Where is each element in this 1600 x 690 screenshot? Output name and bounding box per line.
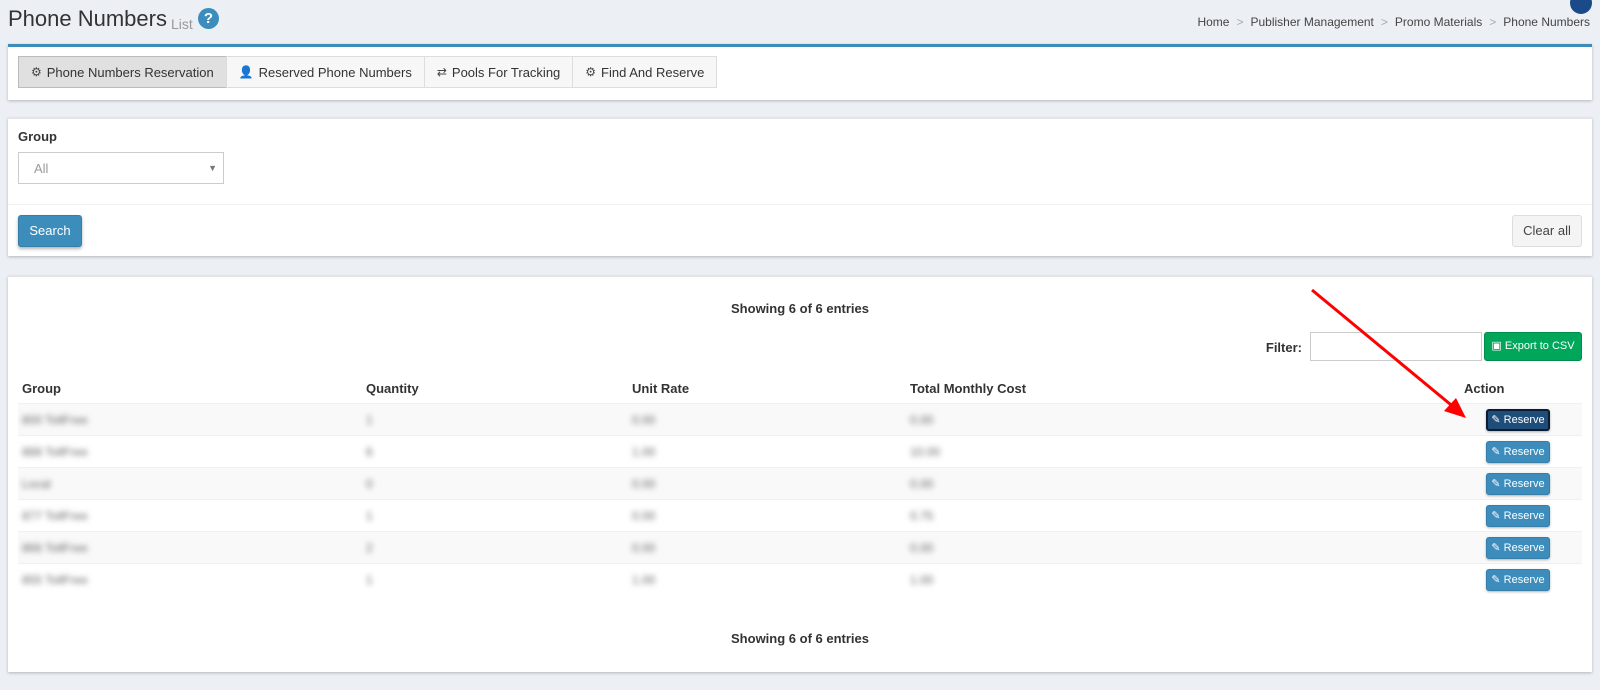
breadcrumb-home[interactable]: Home — [1197, 15, 1229, 29]
divider — [8, 204, 1592, 205]
reserve-button[interactable]: ✎ Reserve — [1486, 569, 1550, 591]
cell-total: 0.00 — [910, 541, 934, 555]
table-row: 866 TollFree 2 0.00 0.00 ✎ Reserve — [18, 531, 1582, 563]
reserve-button[interactable]: ✎ Reserve — [1486, 505, 1550, 527]
caret-down-icon: ▼ — [208, 163, 217, 173]
group-label: Group — [18, 129, 57, 144]
tab-phone-numbers-reservation[interactable]: ⚙ Phone Numbers Reservation — [18, 56, 227, 88]
clear-all-button[interactable]: Clear all — [1512, 215, 1582, 247]
tab-label: Find And Reserve — [601, 64, 705, 80]
cell-unit-rate: 0.00 — [632, 413, 656, 427]
column-header-group[interactable]: Group — [22, 381, 61, 396]
tab-bar: ⚙ Phone Numbers Reservation 👤 Reserved P… — [18, 56, 718, 88]
edit-icon: ✎ — [1491, 510, 1501, 522]
column-header-unit-rate[interactable]: Unit Rate — [632, 381, 689, 396]
cell-unit-rate: 0.00 — [632, 541, 656, 555]
filter-input[interactable] — [1310, 332, 1482, 361]
cell-total: 1.00 — [910, 573, 934, 587]
tab-label: Phone Numbers Reservation — [46, 64, 214, 80]
reserve-label: Reserve — [1503, 478, 1545, 490]
edit-icon: ✎ — [1491, 478, 1501, 490]
group-select[interactable]: All ▼ — [18, 152, 224, 184]
tab-label: Reserved Phone Numbers — [258, 64, 412, 80]
table-row: 855 TollFree 1 1.00 1.00 ✎ Reserve — [18, 563, 1582, 595]
reserve-button[interactable]: ✎ Reserve — [1486, 537, 1550, 559]
gears-icon: ⚙ — [585, 65, 597, 79]
page-subtitle: List — [171, 16, 193, 32]
cell-group: 855 TollFree — [22, 573, 88, 587]
column-header-action: Action — [1464, 381, 1505, 396]
cell-quantity: 1 — [366, 573, 373, 587]
cell-total: 0.00 — [910, 477, 934, 491]
table-row: Local 0 0.00 0.00 ✎ Reserve — [18, 467, 1582, 499]
user-secret-icon: 👤 — [238, 65, 254, 79]
breadcrumb-separator: > — [1236, 15, 1244, 29]
breadcrumb-phone-numbers: Phone Numbers — [1503, 15, 1590, 29]
cell-quantity: 1 — [366, 509, 373, 523]
help-icon[interactable]: ? — [198, 8, 219, 29]
search-button[interactable]: Search — [18, 215, 82, 247]
cell-unit-rate: 1.00 — [632, 573, 656, 587]
edit-icon: ✎ — [1491, 542, 1501, 554]
edit-icon: ✎ — [1491, 574, 1501, 586]
tab-pools-for-tracking[interactable]: ⇄ Pools For Tracking — [423, 56, 574, 88]
edit-icon: ✎ — [1491, 446, 1501, 458]
reserve-label: Reserve — [1503, 542, 1545, 554]
cell-quantity: 2 — [366, 541, 373, 555]
reserve-button[interactable]: ✎ Reserve — [1486, 473, 1550, 495]
reserve-label: Reserve — [1503, 414, 1545, 426]
table-row: 888 TollFree 6 1.00 10.00 ✎ Reserve — [18, 435, 1582, 467]
breadcrumb-separator: > — [1380, 15, 1388, 29]
cell-unit-rate: 0.00 — [632, 509, 656, 523]
filter-label: Filter: — [1265, 340, 1302, 355]
tab-find-and-reserve[interactable]: ⚙ Find And Reserve — [572, 56, 718, 88]
cell-group: 800 TollFree — [22, 413, 88, 427]
reserve-button[interactable]: ✎ Reserve — [1486, 409, 1550, 431]
edit-icon: ✎ — [1491, 414, 1501, 426]
file-excel-icon: ▣ — [1491, 340, 1502, 352]
column-header-quantity[interactable]: Quantity — [366, 381, 419, 396]
cell-unit-rate: 1.00 — [632, 445, 656, 459]
gears-icon: ⚙ — [31, 65, 42, 79]
table-box: Showing 6 of 6 entries Filter: ▣ Export … — [8, 276, 1592, 672]
page-header: Phone Numbers List ? Home > Publisher Ma… — [8, 0, 1592, 40]
table-row: 800 TollFree 1 0.00 0.00 ✎ Reserve — [18, 403, 1582, 435]
showing-entries-top: Showing 6 of 6 entries — [731, 301, 869, 316]
cell-quantity: 6 — [366, 445, 373, 459]
filter-box: Group All ▼ Search Clear all — [8, 118, 1592, 256]
column-header-total-monthly-cost[interactable]: Total Monthly Cost — [910, 381, 1026, 396]
export-csv-label: Export to CSV — [1504, 340, 1575, 352]
retweet-icon: ⇄ — [436, 65, 447, 79]
cell-total: 10.00 — [910, 445, 941, 459]
showing-entries-bottom: Showing 6 of 6 entries — [731, 631, 869, 646]
cell-unit-rate: 0.00 — [632, 477, 656, 491]
table-row: 877 TollFree 1 0.00 0.75 ✎ Reserve — [18, 499, 1582, 531]
cell-quantity: 1 — [366, 413, 373, 427]
reserve-label: Reserve — [1503, 574, 1545, 586]
tabs-box: ⚙ Phone Numbers Reservation 👤 Reserved P… — [8, 44, 1592, 100]
cell-group: Local — [22, 477, 51, 491]
cell-group: 866 TollFree — [22, 541, 88, 555]
cell-total: 0.75 — [910, 509, 934, 523]
group-select-value: All — [34, 161, 49, 176]
cell-total: 0.00 — [910, 413, 934, 427]
tab-reserved-phone-numbers[interactable]: 👤 Reserved Phone Numbers — [225, 56, 425, 88]
cell-group: 877 TollFree — [22, 509, 88, 523]
cell-group: 888 TollFree — [22, 445, 88, 459]
cell-quantity: 0 — [366, 477, 373, 491]
breadcrumb: Home > Publisher Management > Promo Mate… — [1197, 15, 1590, 29]
page-title: Phone Numbers — [8, 6, 167, 31]
breadcrumb-publisher-management[interactable]: Publisher Management — [1250, 15, 1373, 29]
reserve-button[interactable]: ✎ Reserve — [1486, 441, 1550, 463]
breadcrumb-separator: > — [1489, 15, 1497, 29]
reserve-label: Reserve — [1503, 446, 1545, 458]
tab-label: Pools For Tracking — [451, 64, 561, 80]
export-csv-button[interactable]: ▣ Export to CSV — [1484, 332, 1582, 361]
reserve-label: Reserve — [1503, 510, 1545, 522]
breadcrumb-promo-materials[interactable]: Promo Materials — [1395, 15, 1482, 29]
user-avatar[interactable] — [1570, 0, 1592, 14]
